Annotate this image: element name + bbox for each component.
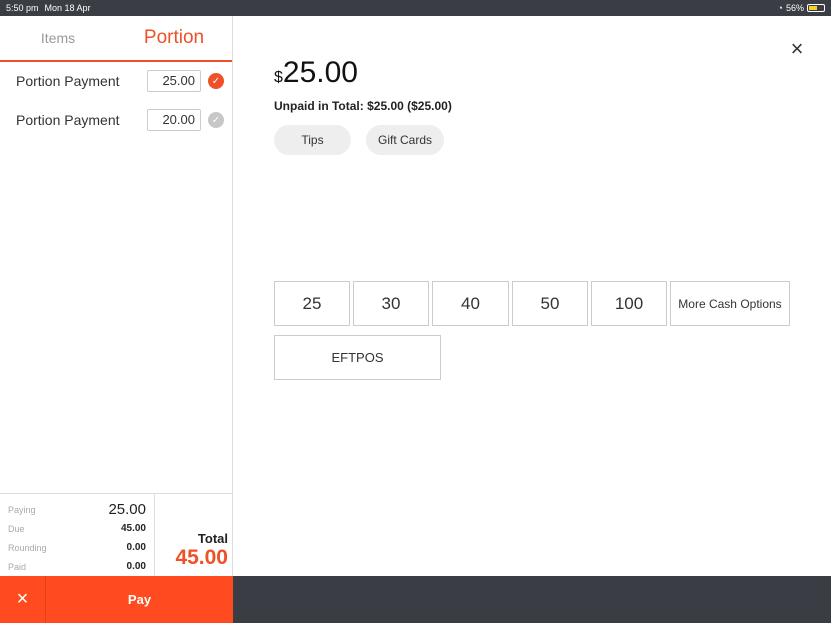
portion-row[interactable]: Portion Payment 25.00 ✓ [0,63,233,99]
rounding-label: Rounding [8,542,47,553]
summary-paid: Paid 0.00 [8,557,146,576]
total-box: Total 45.00 [155,494,233,576]
status-date: Mon 18 Apr [44,3,91,13]
eftpos-button[interactable]: EFTPOS [274,335,441,380]
due-label: Due [8,523,25,534]
close-button[interactable]: × [786,36,808,61]
paying-label: Paying [8,504,36,515]
paid-value: 0.00 [126,561,146,572]
currency-symbol: $ [274,69,283,86]
cash-option-button[interactable]: 30 [353,281,429,326]
portion-label: Portion Payment [16,73,120,89]
summary-due: Due 45.00 [8,519,146,538]
portion-amount-field[interactable]: 20.00 [147,109,201,131]
tips-button[interactable]: Tips [274,125,351,155]
order-panel: Items Portion Portion Payment 25.00 ✓ Po… [0,16,233,576]
wifi-icon: ◔ [777,3,783,13]
close-icon: × [790,36,804,61]
status-time: 5:50 pm [6,3,39,13]
payment-amount: $ 25.00 [274,56,358,90]
gift-cards-button[interactable]: Gift Cards [366,125,444,155]
portion-amount-field[interactable]: 25.00 [147,70,201,92]
status-bar: 5:50 pm Mon 18 Apr ◔ 56% [0,0,831,16]
summary-rounding: Rounding 0.00 [8,538,146,557]
cancel-button[interactable]: × [0,576,46,623]
pay-button[interactable]: Pay [46,576,233,623]
close-icon: × [16,588,29,610]
portion-row[interactable]: Portion Payment 20.00 ✓ [0,102,233,138]
tab-bar: Items Portion [0,16,232,62]
battery-percent: 56% [785,3,804,13]
tab-items[interactable]: Items [0,16,116,60]
more-cash-options-button[interactable]: More Cash Options [670,281,790,326]
amount-value: 25.00 [282,56,358,89]
portion-label: Portion Payment [16,112,120,128]
cash-option-button[interactable]: 25 [274,281,350,326]
check-icon[interactable]: ✓ [208,112,224,128]
summary-paying: Paying 25.00 [8,500,146,519]
cash-option-button[interactable]: 50 [512,281,588,326]
tab-portion[interactable]: Portion [116,16,232,60]
paid-label: Paid [8,561,27,572]
paying-value: 25.00 [108,501,146,518]
payment-summary: Paying 25.00 Due 45.00 Rounding 0.00 Pai… [0,493,233,576]
total-label: Total [197,531,228,546]
unpaid-total: Unpaid in Total: $25.00 ($25.00) [274,99,452,113]
battery-icon [807,4,825,12]
total-value: 45.00 [175,546,228,569]
due-value: 45.00 [120,523,146,534]
rounding-value: 0.00 [126,542,146,553]
cash-option-button[interactable]: 40 [432,281,509,326]
cash-option-button[interactable]: 100 [591,281,667,326]
check-icon[interactable]: ✓ [208,73,224,89]
